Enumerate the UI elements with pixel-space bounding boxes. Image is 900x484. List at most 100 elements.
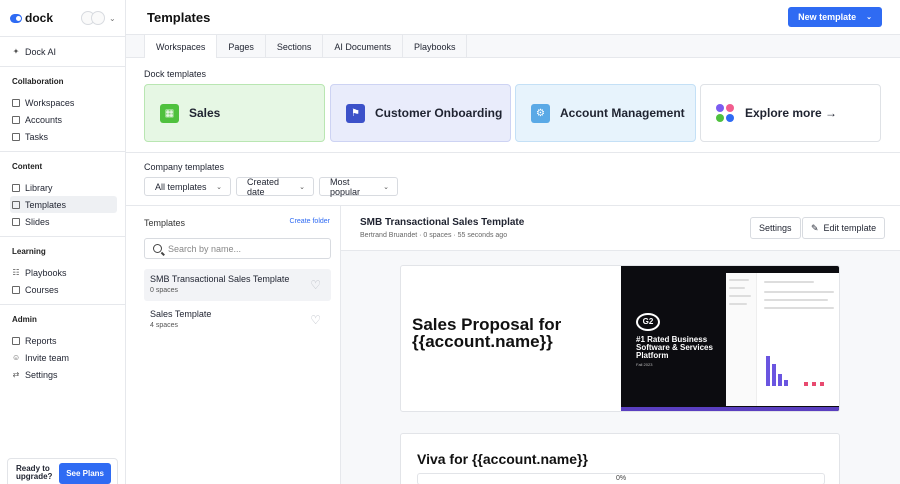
filter-label: All templates [155, 181, 207, 192]
sidebar-dock-ai-section: ✦ Dock AI [0, 36, 125, 67]
mini-bar [804, 382, 808, 386]
filter-most-popular[interactable]: Most popular ⌄ [319, 177, 398, 197]
sidebar-item-workspaces[interactable]: Workspaces [12, 94, 113, 111]
sidebar-item-label: Reports [25, 335, 57, 346]
avatar [91, 11, 106, 25]
search-input[interactable]: Search by name... [144, 238, 331, 259]
sidebar-item-label: Dock AI [25, 46, 57, 57]
chevron-down-icon: ⌄ [109, 13, 116, 23]
template-card-explore-more[interactable]: Explore more → [700, 84, 881, 142]
template-icon [12, 200, 20, 209]
tab-bar: Workspaces Pages Sections AI Documents P… [126, 34, 900, 58]
workspace-switcher[interactable]: ⌄ [81, 11, 116, 25]
sidebar-item-library[interactable]: Library [12, 179, 113, 196]
mini-line [764, 299, 828, 301]
chart-icon [12, 336, 20, 345]
see-plans-button[interactable]: See Plans [59, 462, 111, 484]
library-icon [12, 183, 20, 192]
mini-bar [778, 374, 782, 386]
list-item[interactable]: Sales Template 4 spaces ♡ [144, 304, 331, 336]
sidebar-section-learning: Learning ☷ Playbooks Courses [0, 237, 125, 305]
grid-icon [12, 98, 20, 107]
preview-page-2: Viva for {{account.name}} 0% [400, 433, 840, 484]
g2-date: Fall 2023 [636, 362, 653, 367]
sidebar-item-settings[interactable]: ⇄ Settings [12, 366, 113, 383]
mini-line [729, 287, 745, 289]
chevron-down-icon: ⌄ [383, 183, 389, 191]
tab-ai-documents[interactable]: AI Documents [323, 35, 403, 58]
sidebar-item-label: Tasks [25, 131, 49, 142]
mini-line [764, 281, 814, 283]
settings-button[interactable]: Settings [750, 217, 801, 239]
dock-templates-title: Dock templates [144, 69, 207, 79]
sidebar-item-label: Courses [25, 284, 59, 295]
brand-name: dock [25, 11, 54, 25]
sidebar-item-label: Accounts [25, 114, 63, 125]
dot [716, 103, 724, 112]
template-list-panel: Templates Create folder Search by name..… [126, 206, 341, 484]
heart-icon[interactable]: ♡ [310, 314, 321, 326]
create-folder-link[interactable]: Create folder [290, 218, 330, 225]
accent-strip [621, 407, 839, 411]
sidebar-item-accounts[interactable]: Accounts [12, 111, 113, 128]
sidebar-item-reports[interactable]: Reports [12, 332, 113, 349]
sidebar-section-admin: Admin Reports ☺ Invite team ⇄ Settings [0, 305, 125, 389]
sales-icon: ▦ [160, 103, 179, 123]
g2-text: #1 Rated Business Software & Services Pl… [636, 335, 713, 360]
cover-image: G2 #1 Rated Business Software & Services… [621, 266, 839, 411]
tab-sections[interactable]: Sections [266, 35, 324, 58]
mini-bar [772, 364, 776, 386]
sidebar-section-content: Content Library Templates Slides [0, 152, 125, 237]
chevron-down-icon: ⌄ [299, 183, 305, 191]
tab-pages[interactable]: Pages [217, 35, 266, 58]
account-icon: ⚙ [531, 103, 550, 123]
template-card-sales[interactable]: ▦ Sales [144, 84, 325, 142]
sidebar-item-courses[interactable]: Courses [12, 281, 113, 298]
sidebar: dock ⌄ ✦ Dock AI Collaboration Workspace… [0, 0, 126, 484]
preview-page-cover: Sales Proposal for {{account.name}} G2 #… [400, 265, 840, 412]
filter-all-templates[interactable]: All templates ⌄ [144, 177, 231, 196]
list-header: Templates [144, 218, 186, 228]
page-header: Templates New template ⌄ [126, 0, 900, 34]
template-name: Sales Template [150, 309, 212, 319]
sidebar-section-title: Learning [12, 247, 46, 256]
sidebar-item-slides[interactable]: Slides [12, 213, 113, 230]
card-label: Explore more → [745, 106, 838, 120]
sidebar-item-label: Settings [25, 369, 58, 380]
card-label: Account Management [560, 106, 685, 120]
chevron-down-icon: ⌄ [866, 14, 872, 21]
heart-icon[interactable]: ♡ [310, 279, 321, 291]
sidebar-item-templates[interactable]: Templates [10, 196, 117, 213]
sidebar-item-dock-ai[interactable]: ✦ Dock AI [12, 43, 113, 60]
filter-created-date[interactable]: Created date ⌄ [236, 177, 314, 197]
onboarding-icon: ⚑ [346, 103, 365, 123]
detail-meta: Bertrand Bruandet · 0 spaces · 55 second… [360, 232, 508, 239]
building-icon [12, 115, 20, 124]
brand: dock ⌄ [0, 0, 125, 36]
template-spaces: 4 spaces [150, 322, 179, 329]
upgrade-text: Ready to upgrade? [16, 464, 53, 481]
list-item[interactable]: SMB Transactional Sales Template 0 space… [144, 269, 331, 301]
sidebar-item-label: Library [25, 182, 53, 193]
new-template-button[interactable]: New template ⌄ [788, 7, 882, 27]
course-icon [12, 285, 20, 294]
template-card-customer-onboarding[interactable]: ⚑ Customer Onboarding [330, 84, 511, 142]
sliders-icon: ⇄ [12, 369, 20, 379]
template-card-account-management[interactable]: ⚙ Account Management [515, 84, 696, 142]
dock-logo[interactable]: dock [10, 11, 53, 25]
progress-bar: 0% [417, 473, 825, 484]
card-label: Customer Onboarding [375, 106, 503, 120]
apps-icon [716, 103, 735, 123]
sidebar-section-collaboration: Collaboration Workspaces Accounts Tasks [0, 67, 125, 152]
company-templates-title: Company templates [144, 162, 225, 172]
sparkle-icon: ✦ [12, 46, 20, 56]
sidebar-item-tasks[interactable]: Tasks [12, 128, 113, 145]
tab-playbooks[interactable]: Playbooks [403, 35, 468, 58]
sidebar-item-invite-team[interactable]: ☺ Invite team [12, 349, 113, 366]
g2-badge-icon: G2 [636, 313, 660, 331]
edit-template-button[interactable]: ✎ Edit template [802, 217, 886, 239]
tab-workspaces[interactable]: Workspaces [144, 35, 218, 58]
upgrade-box: Ready to upgrade? See Plans [7, 458, 118, 484]
sidebar-item-playbooks[interactable]: ☷ Playbooks [12, 264, 113, 281]
page2-title: Viva for {{account.name}} [417, 451, 588, 467]
